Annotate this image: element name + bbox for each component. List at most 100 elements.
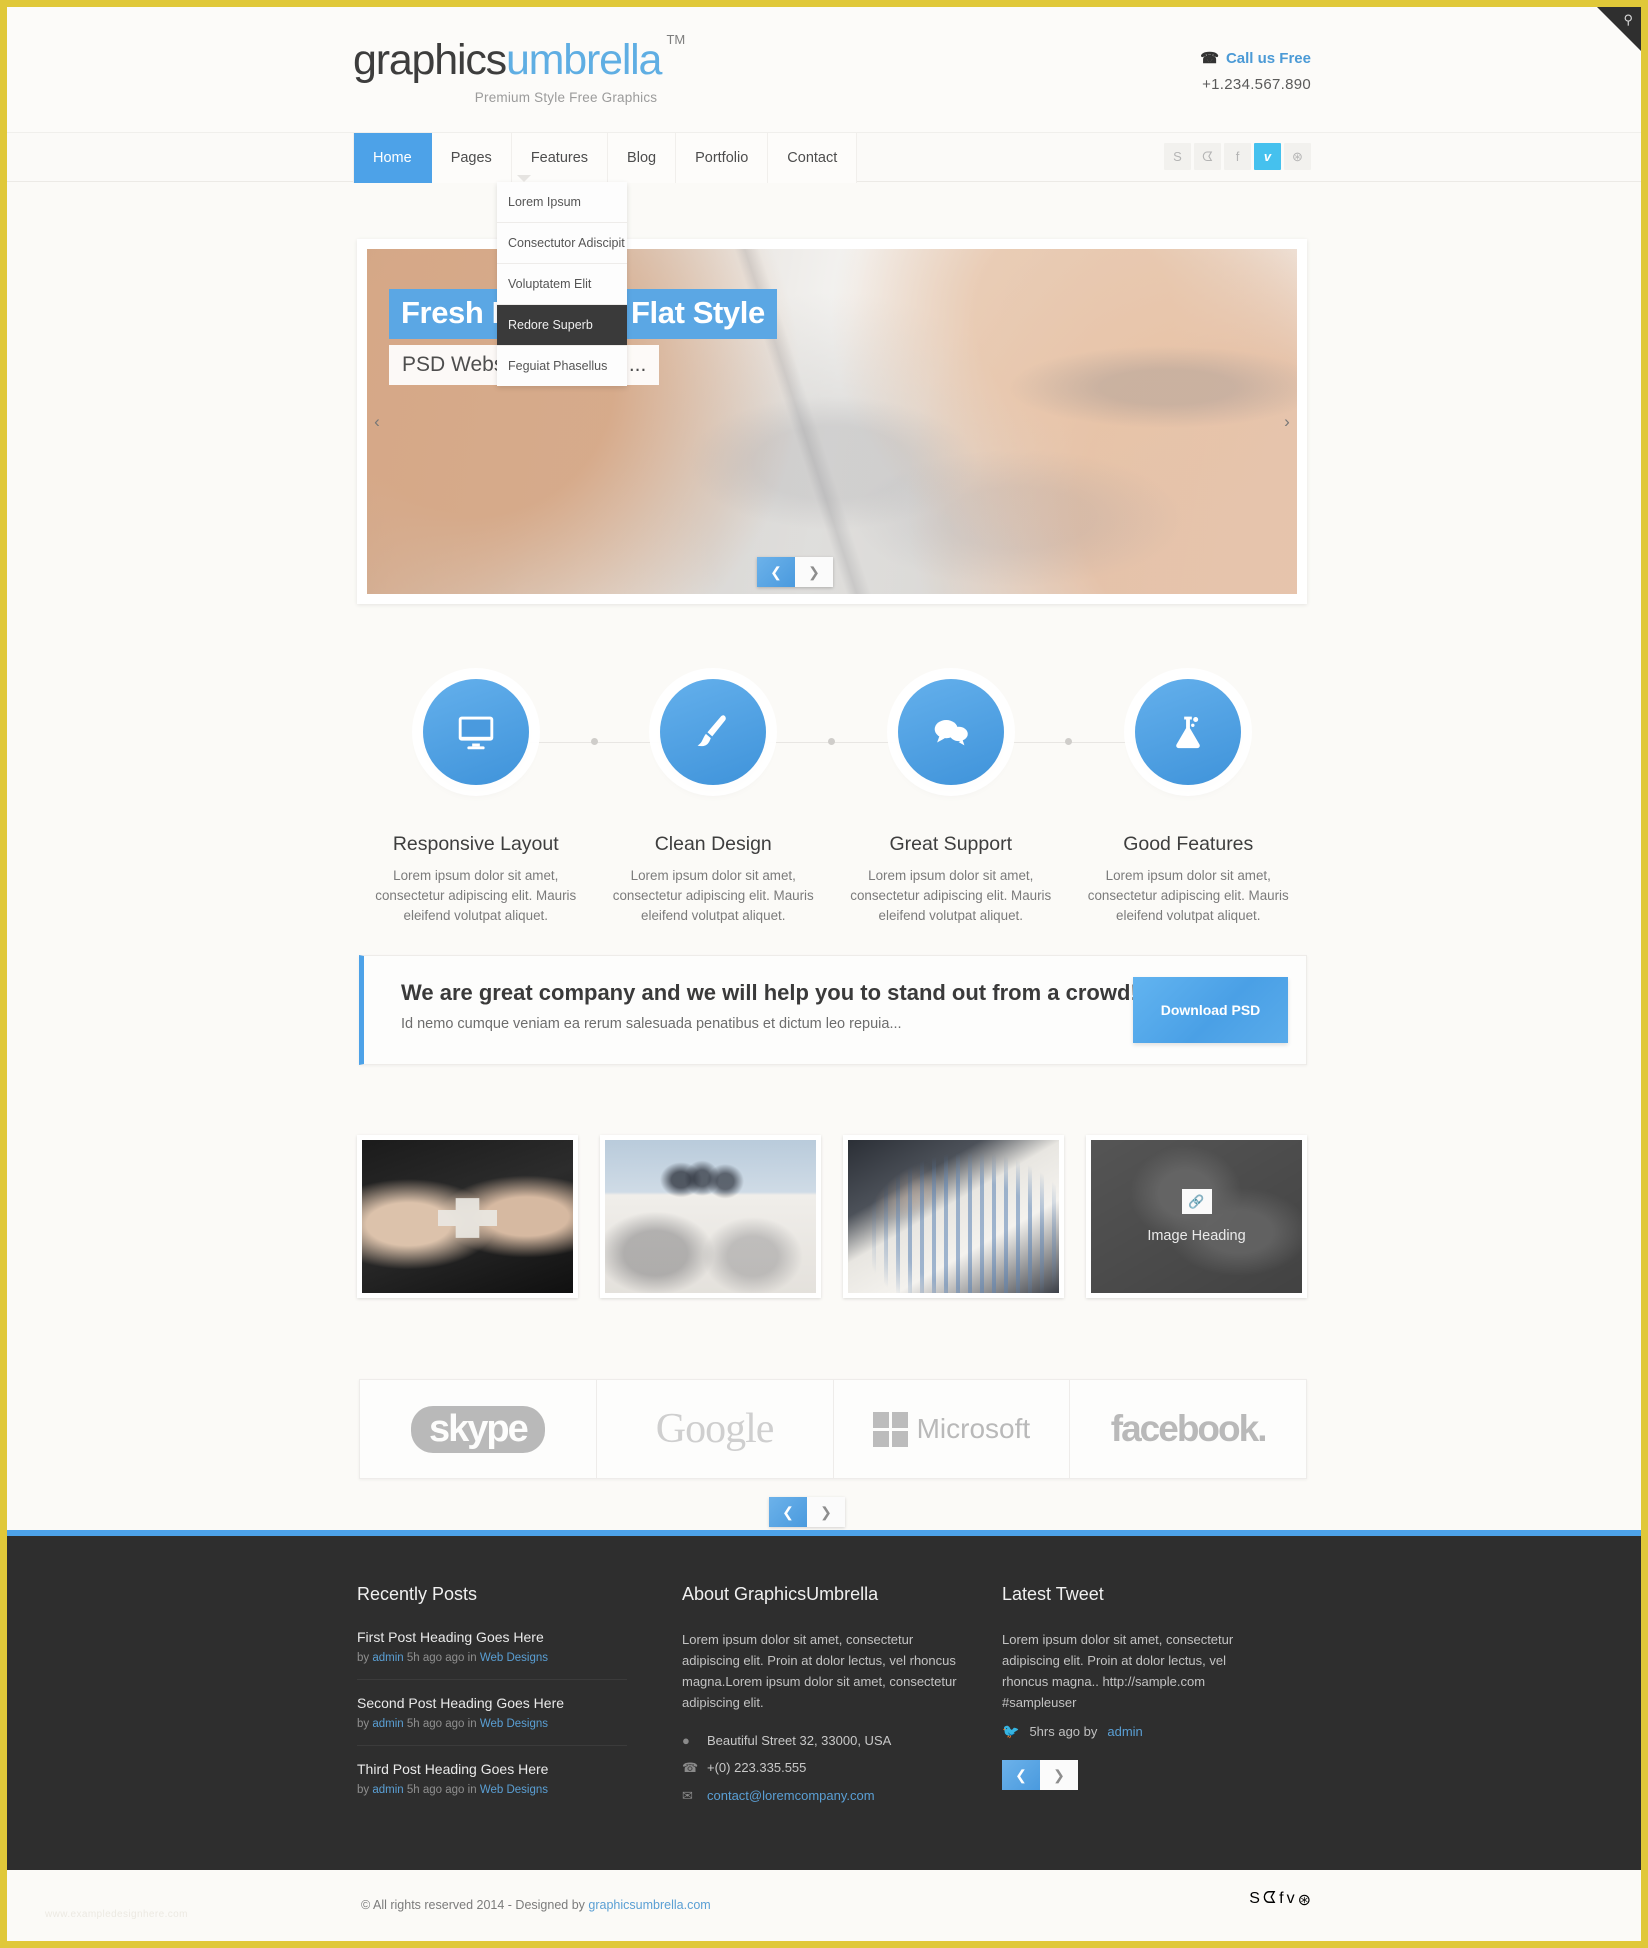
tweet-meta: 🐦 5hrs ago by admin <box>1002 1723 1272 1740</box>
post-title[interactable]: First Post Heading Goes Here <box>357 1629 627 1645</box>
portfolio-item-puzzle-hands[interactable] <box>357 1135 578 1298</box>
portfolio-grid: 🔗 Image Heading <box>357 1135 1307 1305</box>
portfolio-item-office-desk[interactable] <box>600 1135 821 1298</box>
header-social-list: S ᗧ f v ⊛ <box>1164 143 1311 170</box>
post-author-link[interactable]: admin <box>372 1718 403 1730</box>
copyright-label: © All rights reserved 2014 - Designed by <box>361 1898 585 1912</box>
facebook-icon[interactable]: f <box>1279 1890 1283 1910</box>
call-us-label[interactable]: Call us Free <box>1226 50 1311 67</box>
call-us-row: ☎ Call us Free <box>1111 49 1311 67</box>
nav-item-contact[interactable]: Contact <box>768 133 858 183</box>
nav-item-blog[interactable]: Blog <box>608 133 677 183</box>
features-grid: Responsive Layout Lorem ipsum dolor sit … <box>357 667 1307 927</box>
post-meta: by admin 5h ago ago in Web Designs <box>357 1784 627 1796</box>
footer-about: About GraphicsUmbrella Lorem ipsum dolor… <box>682 1584 962 1816</box>
clients-pager: ❮ ❯ <box>769 1497 845 1527</box>
copyright-bar: © All rights reserved 2014 - Designed by… <box>7 1870 1641 1941</box>
vimeo-icon[interactable]: v <box>1287 1890 1295 1910</box>
slider-next-arrow[interactable]: › <box>1277 412 1297 432</box>
dropdown-item-redore-superb[interactable]: Redore Superb <box>497 305 627 346</box>
dribbble-icon[interactable]: ⊛ <box>1298 1890 1311 1910</box>
post-time: 5h ago ago <box>406 1784 465 1796</box>
post-author-link[interactable]: admin <box>372 1652 403 1664</box>
list-item: Third Post Heading Goes Here by admin 5h… <box>357 1761 627 1811</box>
post-by-label: by <box>357 1652 370 1664</box>
footer-contact-list: ● Beautiful Street 32, 33000, USA ☎ +(0)… <box>682 1733 962 1804</box>
portfolio-item-charts-meeting[interactable] <box>843 1135 1064 1298</box>
nav-list: Home Pages Features Blog Portfolio Conta… <box>353 133 858 183</box>
portfolio-image-overlay: 🔗 Image Heading <box>1091 1140 1302 1293</box>
contact-email-link[interactable]: contact@loremcompany.com <box>707 1788 875 1803</box>
search-icon[interactable]: ⚲ <box>1623 13 1633 26</box>
contact-phone-row: ☎ +(0) 223.335.555 <box>682 1760 962 1776</box>
tweet-author-link[interactable]: admin <box>1107 1724 1142 1739</box>
telephone-icon: ☎ <box>682 1760 699 1776</box>
dropdown-item-lorem-ipsum[interactable]: Lorem Ipsum <box>497 182 627 223</box>
chat-bubbles-icon <box>897 679 1004 785</box>
page-inner: ⚲ graphicsumbrella TM Premium Style Free … <box>7 7 1641 1941</box>
microsoft-logo: Microsoft <box>872 1411 1030 1447</box>
list-item: Second Post Heading Goes Here by admin 5… <box>357 1695 627 1746</box>
google-logo: Google <box>655 1406 775 1452</box>
facebook-icon[interactable]: f <box>1224 143 1251 170</box>
post-category-link[interactable]: Web Designs <box>480 1652 548 1664</box>
post-author-link[interactable]: admin <box>372 1784 403 1796</box>
client-google[interactable]: Google <box>597 1380 834 1478</box>
dribbble-icon[interactable]: ⊛ <box>1284 143 1311 170</box>
twitter-icon[interactable]: ᗧ <box>1194 143 1221 170</box>
post-in-label: in <box>467 1652 477 1664</box>
client-facebook[interactable]: facebook. <box>1070 1380 1306 1478</box>
contact-email-row: ✉ contact@loremcompany.com <box>682 1788 962 1804</box>
designer-link[interactable]: graphicsumbrella.com <box>588 1898 710 1912</box>
feature-title: Clean Design <box>654 833 772 855</box>
client-skype[interactable]: skype <box>360 1380 597 1478</box>
twitter-icon: 🐦 <box>1002 1723 1020 1740</box>
paintbrush-icon <box>660 679 767 785</box>
client-microsoft[interactable]: Microsoft <box>834 1380 1071 1478</box>
contact-address: Beautiful Street 32, 33000, USA <box>707 1733 892 1749</box>
feature-text: Lorem ipsum dolor sit amet, consectetur … <box>1087 868 1289 923</box>
portfolio-item-image-heading[interactable]: 🔗 Image Heading <box>1086 1135 1307 1298</box>
logo[interactable]: graphicsumbrella TM Premium Style Free Gr… <box>353 33 685 105</box>
dropdown-caret-icon <box>517 175 531 182</box>
monitor-icon <box>422 679 529 785</box>
clients-pager-prev[interactable]: ❮ <box>769 1497 807 1527</box>
skype-icon[interactable]: S <box>1249 1890 1260 1910</box>
features-section: Responsive Layout Lorem ipsum dolor sit … <box>357 667 1307 927</box>
nav-item-portfolio[interactable]: Portfolio <box>676 133 769 183</box>
site-header: graphicsumbrella TM Premium Style Free Gr… <box>7 7 1641 132</box>
feature-card-responsive-layout: Responsive Layout Lorem ipsum dolor sit … <box>357 667 595 927</box>
facebook-logo: facebook. <box>1110 1408 1268 1449</box>
footer-recent-posts: Recently Posts First Post Heading Goes H… <box>357 1584 627 1826</box>
feature-text: Lorem ipsum dolor sit amet, consectetur … <box>375 868 577 923</box>
slider-pager-next[interactable]: ❯ <box>795 557 833 587</box>
post-category-link[interactable]: Web Designs <box>480 1718 548 1730</box>
slider-pager-prev[interactable]: ❮ <box>757 557 795 587</box>
logo-blue: umbrella <box>505 36 663 84</box>
cta-subtext: Id nemo cumque veniam ea rerum salesuada… <box>401 1016 902 1032</box>
post-category-link[interactable]: Web Designs <box>480 1784 548 1796</box>
tweet-pager-prev[interactable]: ❮ <box>1002 1760 1040 1791</box>
link-icon[interactable]: 🔗 <box>1181 1189 1212 1214</box>
tweet-pager-next[interactable]: ❯ <box>1040 1760 1078 1791</box>
slider-prev-arrow[interactable]: ‹ <box>367 412 387 432</box>
post-time: 5h ago ago <box>406 1652 465 1664</box>
feature-text: Lorem ipsum dolor sit amet, consectetur … <box>612 868 814 923</box>
download-psd-button[interactable]: Download PSD <box>1133 977 1288 1043</box>
dropdown-item-voluptatem-elit[interactable]: Voluptatem Elit <box>497 264 627 305</box>
skype-icon[interactable]: S <box>1164 143 1191 170</box>
clients-pager-next[interactable]: ❯ <box>807 1497 845 1527</box>
nav-item-home[interactable]: Home <box>353 133 432 183</box>
dropdown-item-consectutor-adiscipit[interactable]: Consectutor Adiscipit <box>497 223 627 264</box>
dropdown-item-feguiat-phasellus[interactable]: Feguiat Phasellus <box>497 346 627 386</box>
nav-item-pages[interactable]: Pages <box>431 133 512 183</box>
post-title[interactable]: Third Post Heading Goes Here <box>357 1761 627 1777</box>
main-navbar: Home Pages Features Blog Portfolio Conta… <box>7 132 1641 183</box>
post-title[interactable]: Second Post Heading Goes Here <box>357 1695 627 1711</box>
vimeo-icon[interactable]: v <box>1254 143 1281 170</box>
slider-pager: ❮ ❯ <box>757 557 833 587</box>
post-time: 5h ago ago <box>406 1718 465 1730</box>
feature-title: Responsive Layout <box>392 833 559 855</box>
twitter-icon[interactable]: ᗧ <box>1263 1890 1276 1910</box>
post-in-label: in <box>467 1718 477 1730</box>
